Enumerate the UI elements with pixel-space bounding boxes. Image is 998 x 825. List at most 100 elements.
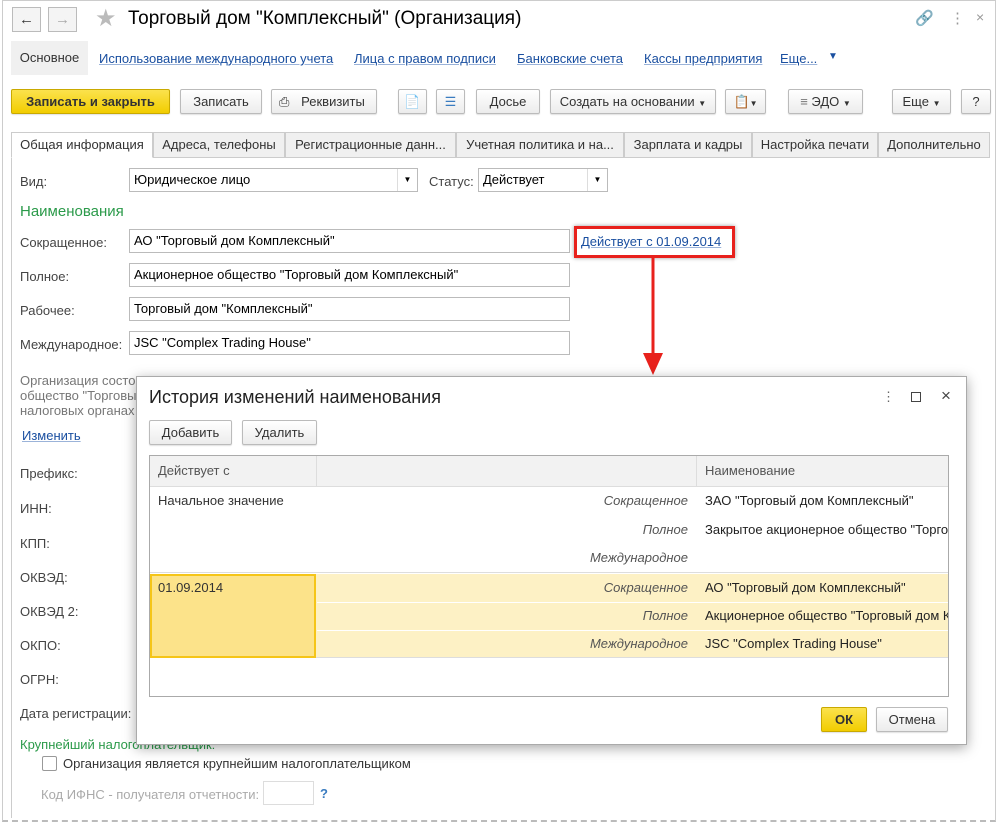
ifns-label: Код ИФНС - получателя отчетности: (41, 787, 260, 802)
tab-accounting-policy[interactable]: Учетная политика и на... (456, 132, 624, 158)
ok-button[interactable]: ОК (821, 707, 867, 732)
nav-signers[interactable]: Лица с правом подписи (354, 51, 496, 66)
chevron-down-icon[interactable]: ▼ (828, 51, 838, 62)
dropdown-icon: ▼ (842, 99, 851, 108)
help-button[interactable]: ? (961, 89, 991, 114)
save-button[interactable]: Записать (180, 89, 262, 114)
work-name-input[interactable]: Торговый дом "Комплексный" (129, 297, 570, 321)
row-kind: Полное (642, 522, 688, 537)
intl-name-input[interactable]: JSC "Complex Trading House" (129, 331, 570, 355)
nav-more[interactable]: Еще... (780, 51, 817, 66)
dropdown-icon: ▼ (932, 99, 941, 108)
tab-general[interactable]: Общая информация (11, 132, 153, 158)
name-history-dialog: История изменений наименования ⋮ × Добав… (136, 376, 967, 745)
save-close-button[interactable]: Записать и закрыть (11, 89, 170, 114)
status-label: Статус: (429, 174, 474, 189)
row-kind: Международное (589, 636, 688, 651)
status-value: Действует (483, 172, 545, 187)
dossier-button[interactable]: Досье (476, 89, 540, 114)
full-name-label: Полное: (20, 269, 70, 284)
tab-additional[interactable]: Дополнительно (878, 132, 990, 158)
nav-bank-accounts[interactable]: Банковские счета (517, 51, 623, 66)
row-kind: Сокращенное (603, 493, 688, 508)
edo-label: ЭДО (811, 94, 840, 109)
edo-icon: ≡ (800, 94, 808, 109)
link-icon[interactable]: 🔗 (915, 9, 934, 27)
short-name-input[interactable]: АО "Торговый дом Комплексный" (129, 229, 570, 253)
ogrn-label: ОГРН: (20, 672, 59, 687)
delete-button[interactable]: Удалить (242, 420, 317, 445)
back-button[interactable]: ← (12, 7, 41, 32)
okpo-label: ОКПО: (20, 638, 61, 653)
nav-intl-accounting[interactable]: Использование международного учета (99, 51, 333, 66)
table-header: Действует с Наименование (150, 456, 948, 487)
more-vertical-icon[interactable]: ⋮ (950, 9, 965, 27)
full-name-input[interactable]: Акционерное общество "Торговый дом Компл… (129, 263, 570, 287)
ifns-input[interactable] (263, 781, 314, 805)
create-based-button[interactable]: Создать на основании ▼ (550, 89, 716, 114)
short-name-label: Сокращенное: (20, 235, 107, 250)
table-row[interactable]: Начальное значение Сокращенное ЗАО "Торг… (150, 487, 949, 573)
tab-addresses[interactable]: Адреса, телефоны (153, 132, 285, 158)
report-icon: 📋 (733, 94, 750, 109)
dialog-title: История изменений наименования (149, 387, 441, 407)
dropdown-icon: ▼ (749, 99, 758, 108)
change-link[interactable]: Изменить (22, 428, 81, 443)
row-date: 01.09.2014 (158, 580, 224, 595)
row-name: АО "Торговый дом Комплексный" (705, 580, 906, 595)
tab-salary[interactable]: Зарплата и кадры (624, 132, 752, 158)
reports-button[interactable]: 📋▼ (725, 89, 766, 114)
tab-print-settings[interactable]: Настройка печати (752, 132, 878, 158)
ifns-help[interactable]: ? (320, 786, 328, 801)
prefix-label: Префикс: (20, 466, 78, 481)
column-header-name[interactable]: Наименование (705, 457, 795, 485)
edo-button[interactable]: ≡ ЭДО ▼ (788, 89, 863, 114)
dropdown-icon[interactable]: ▼ (587, 169, 607, 191)
okved2-label: ОКВЭД 2: (20, 604, 79, 619)
kind-select[interactable]: Юридическое лицо ▼ (129, 168, 418, 192)
requisites-button[interactable]: ⎙ Реквизиты (271, 89, 377, 114)
close-icon[interactable]: × (976, 9, 984, 25)
maximize-icon[interactable] (911, 392, 921, 402)
kind-label: Вид: (20, 174, 48, 189)
status-select[interactable]: Действует ▼ (478, 168, 608, 192)
largest-taxpayer-checkbox-label: Организация является крупнейшим налогопл… (63, 756, 411, 771)
history-table: Действует с Наименование Начальное значе… (149, 455, 949, 697)
printer-icon: ⎙ (279, 94, 290, 109)
row-name: JSC "Complex Trading House" (705, 636, 882, 651)
more-vertical-icon[interactable]: ⋮ (882, 389, 895, 405)
org-info-text: Организация состо общество "Торговы налого… (20, 373, 137, 418)
red-arrow (643, 257, 663, 375)
nav-main[interactable]: Основное (11, 41, 88, 75)
list-button[interactable]: ☰ (436, 89, 465, 114)
create-based-label: Создать на основании (559, 94, 695, 109)
close-icon[interactable]: × (941, 386, 951, 406)
structure-button[interactable]: 📄 (398, 89, 427, 114)
work-name-label: Рабочее: (20, 303, 75, 318)
more-button[interactable]: Еще ▼ (892, 89, 951, 114)
dropdown-icon[interactable]: ▼ (397, 169, 417, 191)
row-date: Начальное значение (158, 493, 284, 508)
inn-label: ИНН: (20, 501, 52, 516)
forward-button[interactable]: → (48, 7, 77, 32)
largest-taxpayer-checkbox[interactable] (42, 756, 57, 771)
row-name: ЗАО "Торговый дом Комплексный" (705, 493, 914, 508)
table-row-selected[interactable]: 01.09.2014 Сокращенное АО "Торговый дом … (150, 574, 949, 658)
valid-from-link[interactable]: Действует с 01.09.2014 (581, 234, 721, 249)
document-arrow-icon: 📄 (404, 94, 421, 109)
column-header-valid-from[interactable]: Действует с (158, 457, 230, 485)
row-kind: Полное (642, 608, 688, 623)
kpp-label: КПП: (20, 536, 50, 551)
names-section-header: Наименования (20, 203, 124, 220)
row-name: Акционерное общество "Торговый дом К (705, 608, 949, 623)
dropdown-icon: ▼ (698, 99, 707, 108)
row-name: Закрытое акционерное общество "Торгов (705, 522, 949, 537)
cancel-button[interactable]: Отмена (876, 707, 948, 732)
tab-registration[interactable]: Регистрационные данн... (285, 132, 456, 158)
add-button[interactable]: Добавить (149, 420, 232, 445)
nav-cash-desks[interactable]: Кассы предприятия (644, 51, 762, 66)
okved-label: ОКВЭД: (20, 570, 68, 585)
list-icon: ☰ (444, 94, 457, 109)
intl-name-label: Международное: (20, 337, 123, 352)
favorite-star-icon[interactable]: ★ (95, 4, 117, 33)
